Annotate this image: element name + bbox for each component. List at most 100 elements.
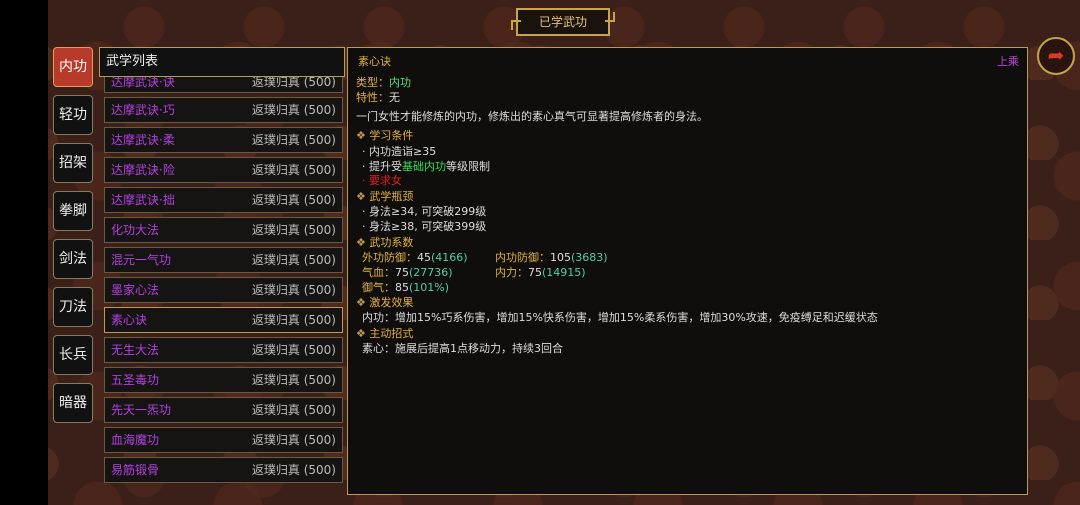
coef-label: 御气： bbox=[362, 281, 395, 294]
learn-condition: · 内功造诣≥35 bbox=[362, 145, 437, 158]
skill-status: 返璞归真 (500) bbox=[251, 343, 336, 357]
burst-section: ❖ 激发效果 bbox=[356, 294, 413, 310]
equip-button[interactable]: 上乘 bbox=[997, 53, 1019, 69]
skill-status: 返璞归真 (500) bbox=[251, 283, 336, 297]
trait-value: 无 bbox=[389, 91, 400, 104]
section-header: 武学瓶颈 bbox=[369, 190, 414, 203]
coef-value: 75 bbox=[395, 266, 409, 279]
skill-status: 返璞归真 (500) bbox=[251, 433, 336, 447]
skill-detail-panel: 素心诀 上乘 类型：内功 特性：无 一门女性才能修炼的内功，修炼出的素心真气可显… bbox=[347, 47, 1028, 495]
active-text: 素心：施展后提高1点移动力，持续3回合 bbox=[362, 342, 563, 355]
screen-edge bbox=[0, 0, 48, 505]
skill-list[interactable]: 达摩武诀·诀 返璞归真 (500) 达摩武诀·巧 返璞归真 (500) 达摩武诀… bbox=[104, 73, 343, 483]
bottleneck-section: ❖ 武学瓶颈 bbox=[356, 188, 413, 204]
diamond-icon: ❖ bbox=[356, 129, 370, 142]
list-item[interactable]: 血海魔功 返璞归真 (500) bbox=[104, 427, 343, 453]
tab-neigong[interactable]: 内功 bbox=[53, 47, 93, 87]
list-item-selected[interactable]: 素心诀 返璞归真 (500) bbox=[104, 307, 343, 333]
skill-status: 返璞归真 (500) bbox=[251, 223, 336, 237]
list-item[interactable]: 达摩武诀·柔 返璞归真 (500) bbox=[104, 127, 343, 153]
base-skill-link[interactable]: 基础内功 bbox=[402, 160, 446, 173]
skill-name: 达摩武诀·巧 bbox=[111, 103, 175, 117]
list-item[interactable]: 达摩武诀·拙 返璞归真 (500) bbox=[104, 187, 343, 213]
section-header: 激发效果 bbox=[369, 296, 414, 309]
list-item[interactable]: 易筋锻骨 返璞归真 (500) bbox=[104, 457, 343, 483]
detail-title: 素心诀 bbox=[358, 55, 391, 68]
skill-status: 返璞归真 (500) bbox=[251, 163, 336, 177]
diamond-icon: ❖ bbox=[356, 327, 370, 340]
coef-label: 内力： bbox=[495, 266, 528, 279]
skill-status: 返璞归真 (500) bbox=[251, 103, 336, 117]
tab-quanjiao[interactable]: 拳脚 bbox=[53, 191, 93, 231]
type-label: 类型： bbox=[356, 76, 389, 89]
list-item[interactable]: 墨家心法 返璞归真 (500) bbox=[104, 277, 343, 303]
skill-name: 无生大法 bbox=[111, 343, 160, 357]
coef-label: 内功防御： bbox=[495, 251, 550, 264]
coef-int-def: 内功防御：105(3683) bbox=[495, 249, 608, 265]
skill-status: 返璞归真 (500) bbox=[251, 133, 336, 147]
coef-value: 85 bbox=[395, 281, 409, 294]
tab-anqi[interactable]: 暗器 bbox=[53, 383, 93, 423]
skill-name: 五圣毒功 bbox=[111, 373, 160, 387]
coef-value: 105 bbox=[550, 251, 571, 264]
coef-ext-def: 外功防御：45(4166) bbox=[362, 249, 468, 265]
skill-name: 混元一气功 bbox=[111, 253, 172, 267]
list-item[interactable]: 混元一气功 返璞归真 (500) bbox=[104, 247, 343, 273]
share-arrow-icon[interactable]: ➦ bbox=[1037, 37, 1075, 75]
skill-status: 返璞归真 (500) bbox=[251, 373, 336, 387]
section-header: 学习条件 bbox=[369, 129, 414, 142]
tab-jianfa[interactable]: 剑法 bbox=[53, 239, 93, 279]
coef-label: 外功防御： bbox=[362, 251, 417, 264]
skill-list-panel: 达摩武诀·诀 返璞归真 (500) 达摩武诀·巧 返璞归真 (500) 达摩武诀… bbox=[99, 47, 345, 495]
skill-status: 返璞归真 (500) bbox=[251, 193, 336, 207]
coef-value: 45 bbox=[417, 251, 431, 264]
list-header: 武学列表 bbox=[99, 47, 345, 77]
skill-name: 墨家心法 bbox=[111, 283, 160, 297]
coef-value: 75 bbox=[528, 266, 542, 279]
skill-status: 返璞归真 (500) bbox=[251, 403, 336, 417]
list-item[interactable]: 达摩武诀·巧 返璞归真 (500) bbox=[104, 97, 343, 123]
list-item[interactable]: 先天一炁功 返璞归真 (500) bbox=[104, 397, 343, 423]
tab-daofa[interactable]: 刀法 bbox=[53, 287, 93, 327]
coef-yu: 御气：85(101%) bbox=[362, 279, 449, 295]
list-item[interactable]: 无生大法 返璞归真 (500) bbox=[104, 337, 343, 363]
active-section: ❖ 主动招式 bbox=[356, 325, 413, 341]
title-ornament-icon bbox=[605, 12, 615, 22]
diamond-icon: ❖ bbox=[356, 296, 370, 309]
skill-name: 先天一炁功 bbox=[111, 403, 172, 417]
page-title: 已学武功 bbox=[511, 8, 615, 36]
skill-name: 血海魔功 bbox=[111, 433, 160, 447]
description: 一门女性才能修炼的内功，修炼出的素心真气可显著提高修炼者的身法。 bbox=[356, 110, 708, 123]
coef-total: (3683) bbox=[571, 251, 608, 264]
skill-name: 易筋锻骨 bbox=[111, 463, 160, 477]
tab-qinggong[interactable]: 轻功 bbox=[53, 95, 93, 135]
list-item[interactable]: 化功大法 返璞归真 (500) bbox=[104, 217, 343, 243]
skill-status: 返璞归真 (500) bbox=[251, 463, 336, 477]
coef-hp: 气血：75(27736) bbox=[362, 264, 453, 280]
skill-name: 素心诀 bbox=[111, 313, 148, 327]
trait-label: 特性： bbox=[356, 91, 389, 104]
coef-total: (27736) bbox=[409, 266, 453, 279]
skill-name: 达摩武诀·拙 bbox=[111, 193, 175, 207]
tab-changbing[interactable]: 长兵 bbox=[53, 335, 93, 375]
coef-section: ❖ 武功系数 bbox=[356, 234, 413, 250]
section-header: 主动招式 bbox=[369, 327, 414, 340]
bottleneck-item: · 身法≥34, 可突破299级 bbox=[362, 205, 487, 218]
learn-condition: · 要求女 bbox=[362, 174, 402, 187]
skill-name: 化功大法 bbox=[111, 223, 160, 237]
skill-status: 返璞归真 (500) bbox=[251, 313, 336, 327]
coef-total: (101%) bbox=[409, 281, 450, 294]
coef-total: (14915) bbox=[542, 266, 586, 279]
burst-text: 内功：增加15%巧系伤害，增加15%快系伤害，增加15%柔系伤害，增加30%攻速… bbox=[362, 311, 878, 324]
type-value: 内功 bbox=[389, 76, 411, 89]
tab-zhaojia[interactable]: 招架 bbox=[53, 143, 93, 183]
learn-condition-post: 等级限制 bbox=[446, 160, 490, 173]
coef-total: (4166) bbox=[431, 251, 468, 264]
title-ornament-icon bbox=[511, 20, 521, 30]
list-item[interactable]: 达摩武诀·险 返璞归真 (500) bbox=[104, 157, 343, 183]
coef-mp: 内力：75(14915) bbox=[495, 264, 586, 280]
trait-line: 特性：无 bbox=[356, 89, 400, 105]
section-header: 武功系数 bbox=[369, 236, 414, 249]
list-item[interactable]: 五圣毒功 返璞归真 (500) bbox=[104, 367, 343, 393]
learn-section: ❖ 学习条件 bbox=[356, 127, 413, 143]
